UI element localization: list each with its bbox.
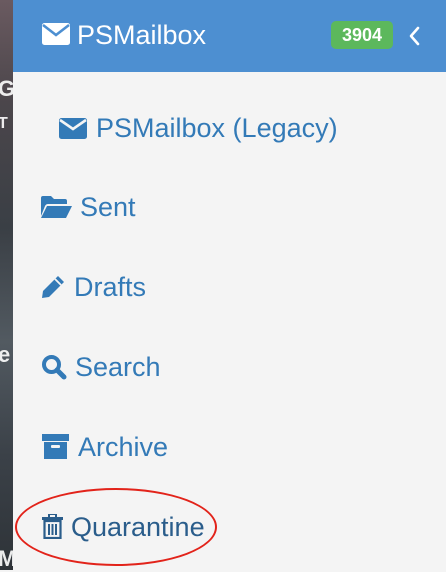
archive-icon [42,434,69,459]
sidebar-title: PSMailbox [77,20,207,50]
background-image-strip: G T e M [0,0,16,571]
menu-item-label: Archive [78,432,169,462]
menu-item-archive[interactable]: Archive [13,425,213,469]
unread-count-badge: 3904 [331,21,394,49]
menu-item-label: PSMailbox (Legacy) [96,113,338,143]
menu-item-quarantine[interactable]: Quarantine [13,505,223,549]
envelope-icon [59,118,87,139]
background-text-fragment: T [0,115,8,132]
menu-item-search[interactable]: Search [13,345,213,389]
search-icon [42,355,67,380]
chevron-left-icon[interactable] [408,26,420,51]
menu-item-drafts[interactable]: Drafts [13,265,213,309]
folder-open-icon [41,196,72,218]
background-text-fragment: e [0,342,11,367]
menu-item-sent[interactable]: Sent [13,185,213,229]
mailbox-sidebar: PSMailbox 3904 PSMailbox (Legacy) Sent D… [13,0,446,570]
menu-item-label: Drafts [74,272,147,302]
menu-item-label: Sent [80,192,136,222]
pencil-icon [42,276,64,298]
menu-item-label: Quarantine [71,512,205,542]
menu-item-label: Search [75,352,161,382]
menu-item-psmailbox-legacy[interactable]: PSMailbox (Legacy) [13,106,433,150]
trash-icon [42,514,63,539]
sidebar-header[interactable]: PSMailbox 3904 [13,0,446,72]
envelope-icon [42,23,70,50]
